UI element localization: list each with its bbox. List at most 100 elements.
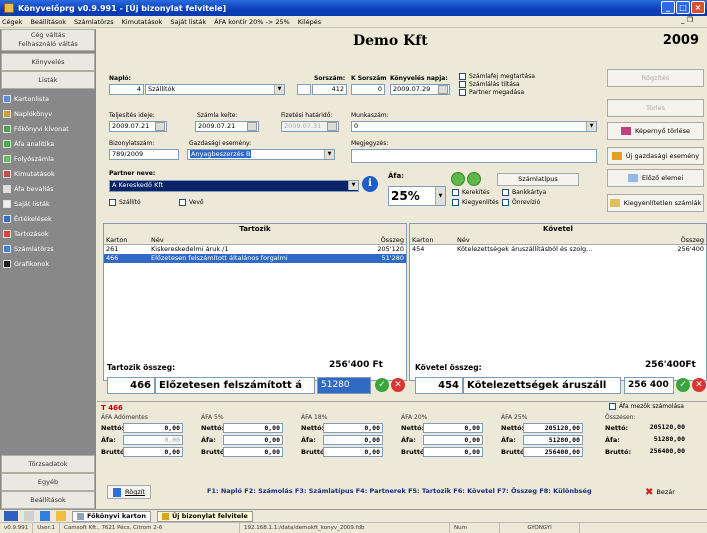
- kovetel-header-nev[interactable]: Név: [455, 235, 655, 244]
- table-row[interactable]: 454 Kötelezettségek áruszállításból és s…: [410, 245, 706, 254]
- green-arrow-left-icon[interactable]: [451, 172, 465, 186]
- sidebar-item-grafikonok[interactable]: Grafikonok: [0, 256, 96, 271]
- chevron-down-icon[interactable]: ▼: [348, 181, 358, 190]
- sidebar-button-listak[interactable]: Listák: [1, 71, 95, 89]
- sidebar-button-ceg-valtas[interactable]: Cég váltás Felhasználó váltás: [1, 29, 95, 51]
- gazdasagi-esemeny-select[interactable]: Anyagbeszerzés B ▼: [187, 149, 335, 160]
- vat-5-netto[interactable]: 0,00: [223, 422, 283, 433]
- vevo-checkbox[interactable]: Vevő: [179, 199, 204, 206]
- kiegyenlitetlen-szamlak-button[interactable]: Kiegyenlítetlen számlák: [607, 194, 704, 212]
- tartozik-cancel-icon[interactable]: ✕: [391, 378, 405, 392]
- kiegyenlites-checkbox[interactable]: Kiegyenlítés: [452, 199, 499, 206]
- vat-25-afa[interactable]: 51280,00: [523, 434, 583, 445]
- sidebar-item-sajat-listak[interactable]: Saját listák: [0, 196, 96, 211]
- szamlafej-checkbox[interactable]: Számlafej megtartása: [459, 73, 535, 80]
- task-uj-bizonylat[interactable]: Új bizonylat felvitele: [156, 510, 253, 522]
- menu-kimutatasok[interactable]: Kimutatások: [122, 18, 163, 26]
- sidebar-button-egyeb[interactable]: Egyéb: [1, 473, 95, 491]
- ksorszam-field[interactable]: 0: [351, 84, 385, 95]
- vat-5-brutto[interactable]: 0,00: [223, 446, 283, 457]
- sorszam-field[interactable]: 412: [312, 84, 347, 95]
- tartozik-header-osszeg[interactable]: Összeg: [354, 235, 406, 244]
- vat-adomentes-netto[interactable]: 0,00: [123, 422, 183, 433]
- menu-kilepes[interactable]: Kilépés: [298, 18, 321, 26]
- elozo-elemei-button[interactable]: Előző elemei: [607, 169, 704, 187]
- sidebar-item-afa-bevallas[interactable]: Áfa bevallás: [0, 181, 96, 196]
- table-row[interactable]: 466 Előzetesen felszámított általános fo…: [104, 254, 406, 263]
- sorszam-spin[interactable]: [297, 84, 311, 95]
- tartozik-header-karton[interactable]: Karton: [104, 235, 149, 244]
- minimize-button[interactable]: _: [661, 1, 675, 14]
- menu-cegek[interactable]: Cégek: [2, 18, 22, 26]
- calendar-icon[interactable]: [155, 122, 165, 131]
- naplo-name-select[interactable]: Szállítók ▼: [145, 84, 285, 95]
- kovetel-header-karton[interactable]: Karton: [410, 235, 455, 244]
- tartozik-osszeg-input[interactable]: 51280: [317, 377, 371, 394]
- settings-icon[interactable]: [24, 511, 34, 521]
- vat-20-netto[interactable]: 0,00: [423, 422, 483, 433]
- tartozik-header-nev[interactable]: Név: [149, 235, 354, 244]
- sidebar-item-kimutatasok[interactable]: Kimutatások: [0, 166, 96, 181]
- tartozik-nev-input[interactable]: Előzetesen felszámított á: [155, 377, 315, 394]
- teljesites-field[interactable]: 2009.07.21: [109, 121, 167, 132]
- calendar-icon[interactable]: [247, 122, 257, 131]
- vat-18-netto[interactable]: 0,00: [323, 422, 383, 433]
- green-arrow-right-icon[interactable]: [467, 172, 481, 186]
- vat-20-afa[interactable]: 0,00: [423, 434, 483, 445]
- torles-button[interactable]: Törlés: [607, 99, 704, 117]
- vat-18-afa[interactable]: 0,00: [323, 434, 383, 445]
- kepernyo-torlese-button[interactable]: Képernyő törlése: [607, 122, 704, 140]
- vat-adomentes-brutto[interactable]: 0,00: [123, 446, 183, 457]
- vat-adomentes-afa[interactable]: 0,00: [123, 434, 183, 445]
- close-button[interactable]: ×: [691, 1, 705, 14]
- bankkartya-checkbox[interactable]: Bankkártya: [502, 189, 546, 196]
- help-icon[interactable]: [40, 511, 50, 521]
- sidebar-button-beallitasok[interactable]: Beállítások: [1, 491, 95, 509]
- sidebar-button-torzsadatok[interactable]: Törzsadatok: [1, 455, 95, 473]
- vat-25-brutto[interactable]: 256400,00: [523, 446, 583, 457]
- onrevizio-checkbox[interactable]: Önrevízió: [502, 199, 540, 206]
- partner-megadasa-checkbox[interactable]: Partner megadása: [459, 89, 524, 96]
- sidebar-button-konyveles[interactable]: Könyvelés: [1, 53, 95, 71]
- rogzites-button[interactable]: Rögzítés: [607, 69, 704, 87]
- naplo-number-field[interactable]: 4: [109, 84, 144, 95]
- vat-5-afa[interactable]: 0,00: [223, 434, 283, 445]
- szamla-kelte-field[interactable]: 2009.07.21: [195, 121, 259, 132]
- tartozik-ok-icon[interactable]: ✓: [375, 378, 389, 392]
- kovetel-ok-icon[interactable]: ✓: [676, 378, 690, 392]
- task-fokonyvi-karton[interactable]: Főkönyvi karton: [72, 510, 151, 522]
- sidebar-item-fokonyvi-kivonat[interactable]: Főkönyvi kivonat: [0, 121, 96, 136]
- sidebar-item-tartozasok[interactable]: Tartozások: [0, 226, 96, 241]
- chevron-down-icon[interactable]: ▼: [324, 150, 334, 159]
- kovetel-cancel-icon[interactable]: ✕: [692, 378, 706, 392]
- bezar-button[interactable]: ✖ Bezár: [645, 485, 675, 499]
- chevron-down-icon[interactable]: ▼: [435, 187, 445, 205]
- sidebar-item-szamlatorzs[interactable]: Számlatörzs: [0, 241, 96, 256]
- szamlalas-tiltasa-checkbox[interactable]: Számlálás tiltása: [459, 81, 520, 88]
- vat-18-brutto[interactable]: 0,00: [323, 446, 383, 457]
- keyboard-icon[interactable]: [4, 511, 18, 521]
- fizetesi-hatarido-field[interactable]: 2009.07.31: [281, 121, 339, 132]
- kovetel-nev-input[interactable]: Kötelezettségek áruszáll: [463, 377, 621, 394]
- kerekites-checkbox[interactable]: Kerekítés: [452, 189, 490, 196]
- sidebar-item-folyoszamla[interactable]: Folyószámla: [0, 151, 96, 166]
- szamlatipus-button[interactable]: Számlatípus: [497, 173, 579, 186]
- menu-sajat-listak[interactable]: Saját listák: [170, 18, 206, 26]
- bizonylatszam-field[interactable]: 789/2009: [109, 149, 179, 160]
- calendar-icon[interactable]: [438, 85, 448, 94]
- megjegyzes-field[interactable]: [351, 149, 597, 163]
- menu-beallitasok[interactable]: Beállítások: [30, 18, 66, 26]
- kovetel-osszeg-input[interactable]: 256 400: [624, 377, 674, 394]
- tartozik-karton-input[interactable]: 466: [107, 377, 155, 394]
- sidebar-item-afa-analitika[interactable]: Áfa analitika: [0, 136, 96, 151]
- vat-20-brutto[interactable]: 0,00: [423, 446, 483, 457]
- afa-select[interactable]: 25% ▼: [388, 186, 446, 206]
- afa-mezok-checkbox[interactable]: Áfa mezők számolása: [609, 403, 684, 410]
- info-icon[interactable]: i: [362, 176, 378, 192]
- munkaszam-select[interactable]: 0 ▼: [351, 121, 597, 132]
- szallito-checkbox[interactable]: Szállító: [109, 199, 141, 206]
- sidebar-item-ertekelesek[interactable]: Értékelések: [0, 211, 96, 226]
- calendar-icon[interactable]: [327, 122, 337, 131]
- menu-afa-kontir[interactable]: ÁFA kontír 20% -> 25%: [214, 18, 290, 26]
- vat-25-netto[interactable]: 205120,00: [523, 422, 583, 433]
